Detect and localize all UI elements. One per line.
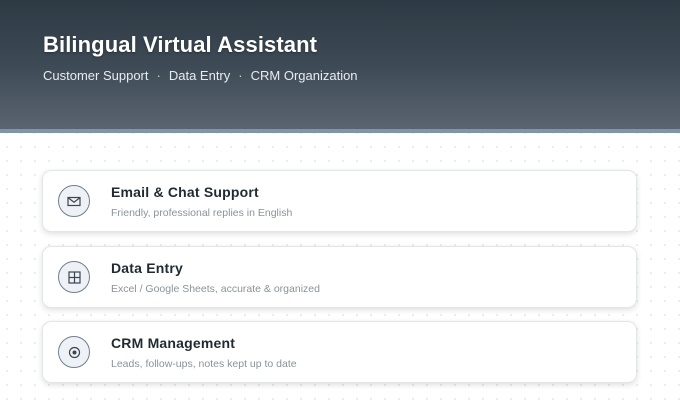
header-accent-stripe	[0, 129, 680, 133]
page-title: Bilingual Virtual Assistant	[43, 32, 318, 57]
service-title: Data Entry	[111, 260, 184, 276]
service-title: Email & Chat Support	[111, 184, 259, 200]
envelope-icon	[58, 185, 90, 217]
tag-separator: ·	[156, 68, 161, 83]
tag-separator: ·	[238, 68, 243, 83]
service-description: Leads, follow-ups, notes kept up to date	[111, 358, 297, 370]
service-card-data-entry: Data Entry Excel / Google Sheets, accura…	[42, 246, 637, 308]
tag-customer-support: Customer Support	[43, 68, 149, 83]
tag-crm-organization: CRM Organization	[250, 68, 358, 83]
service-description: Excel / Google Sheets, accurate & organi…	[111, 283, 320, 295]
tag-data-entry: Data Entry	[168, 68, 231, 83]
grid-icon	[58, 261, 90, 293]
target-icon	[58, 336, 90, 368]
service-title: CRM Management	[111, 335, 236, 351]
service-description: Friendly, professional replies in Englis…	[111, 207, 293, 219]
service-card-crm-management: CRM Management Leads, follow-ups, notes …	[42, 321, 637, 383]
tagline: Customer Support · Data Entry · CRM Organiza…	[43, 68, 358, 83]
service-card-email-chat: Email & Chat Support Friendly, professio…	[42, 170, 637, 232]
header-banner: Bilingual Virtual Assistant Customer Sup…	[0, 0, 680, 129]
